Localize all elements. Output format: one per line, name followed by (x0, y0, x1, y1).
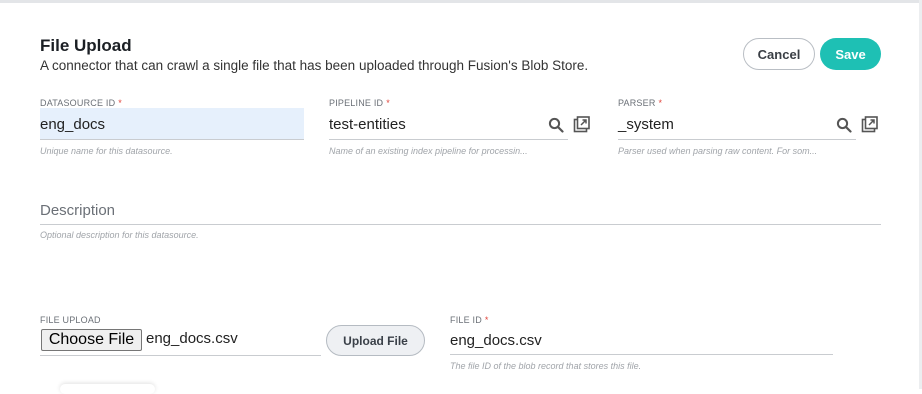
choose-file-button[interactable]: Choose File (41, 329, 142, 351)
open-external-icon[interactable] (572, 115, 590, 133)
file-id-label: FILE ID * (450, 315, 489, 325)
parser-hint: Parser used when parsing raw content. Fo… (618, 146, 818, 156)
description-placeholder: Description (40, 202, 116, 219)
description-input[interactable]: Description (40, 196, 881, 225)
upload-file-button[interactable]: Upload File (326, 325, 425, 356)
top-divider (0, 0, 922, 3)
file-id-input[interactable]: eng_docs.csv (450, 325, 833, 355)
open-external-icon[interactable] (860, 115, 878, 133)
page-title: File Upload (40, 36, 132, 55)
file-upload-underline (40, 355, 321, 356)
save-button[interactable]: Save (820, 38, 881, 70)
file-id-hint: The file ID of the blob record that stor… (450, 361, 642, 371)
description-hint: Optional description for this datasource… (40, 230, 199, 240)
cancel-button[interactable]: Cancel (743, 38, 815, 70)
required-mark: * (118, 98, 122, 108)
datasource-id-hint: Unique name for this datasource. (40, 146, 173, 156)
required-mark: * (484, 315, 489, 325)
parser-label: PARSER * (618, 98, 663, 108)
page-subtitle: A connector that can crawl a single file… (40, 58, 589, 73)
pipeline-id-label: PIPELINE ID * (329, 98, 390, 108)
required-mark: * (658, 98, 663, 108)
datasource-id-label: DATASOURCE ID * (40, 98, 122, 108)
pipeline-id-input[interactable]: test-entities (329, 108, 568, 140)
chosen-file-name: eng_docs.csv (146, 330, 238, 347)
search-icon[interactable] (835, 116, 853, 134)
partial-card-edge (60, 384, 155, 394)
parser-input[interactable]: _system (618, 108, 856, 140)
file-upload-label: FILE UPLOAD (40, 315, 101, 325)
search-icon[interactable] (547, 116, 565, 134)
pipeline-id-hint: Name of an existing index pipeline for p… (329, 146, 528, 156)
required-mark: * (386, 98, 390, 108)
datasource-id-input[interactable]: eng_docs (40, 108, 304, 140)
